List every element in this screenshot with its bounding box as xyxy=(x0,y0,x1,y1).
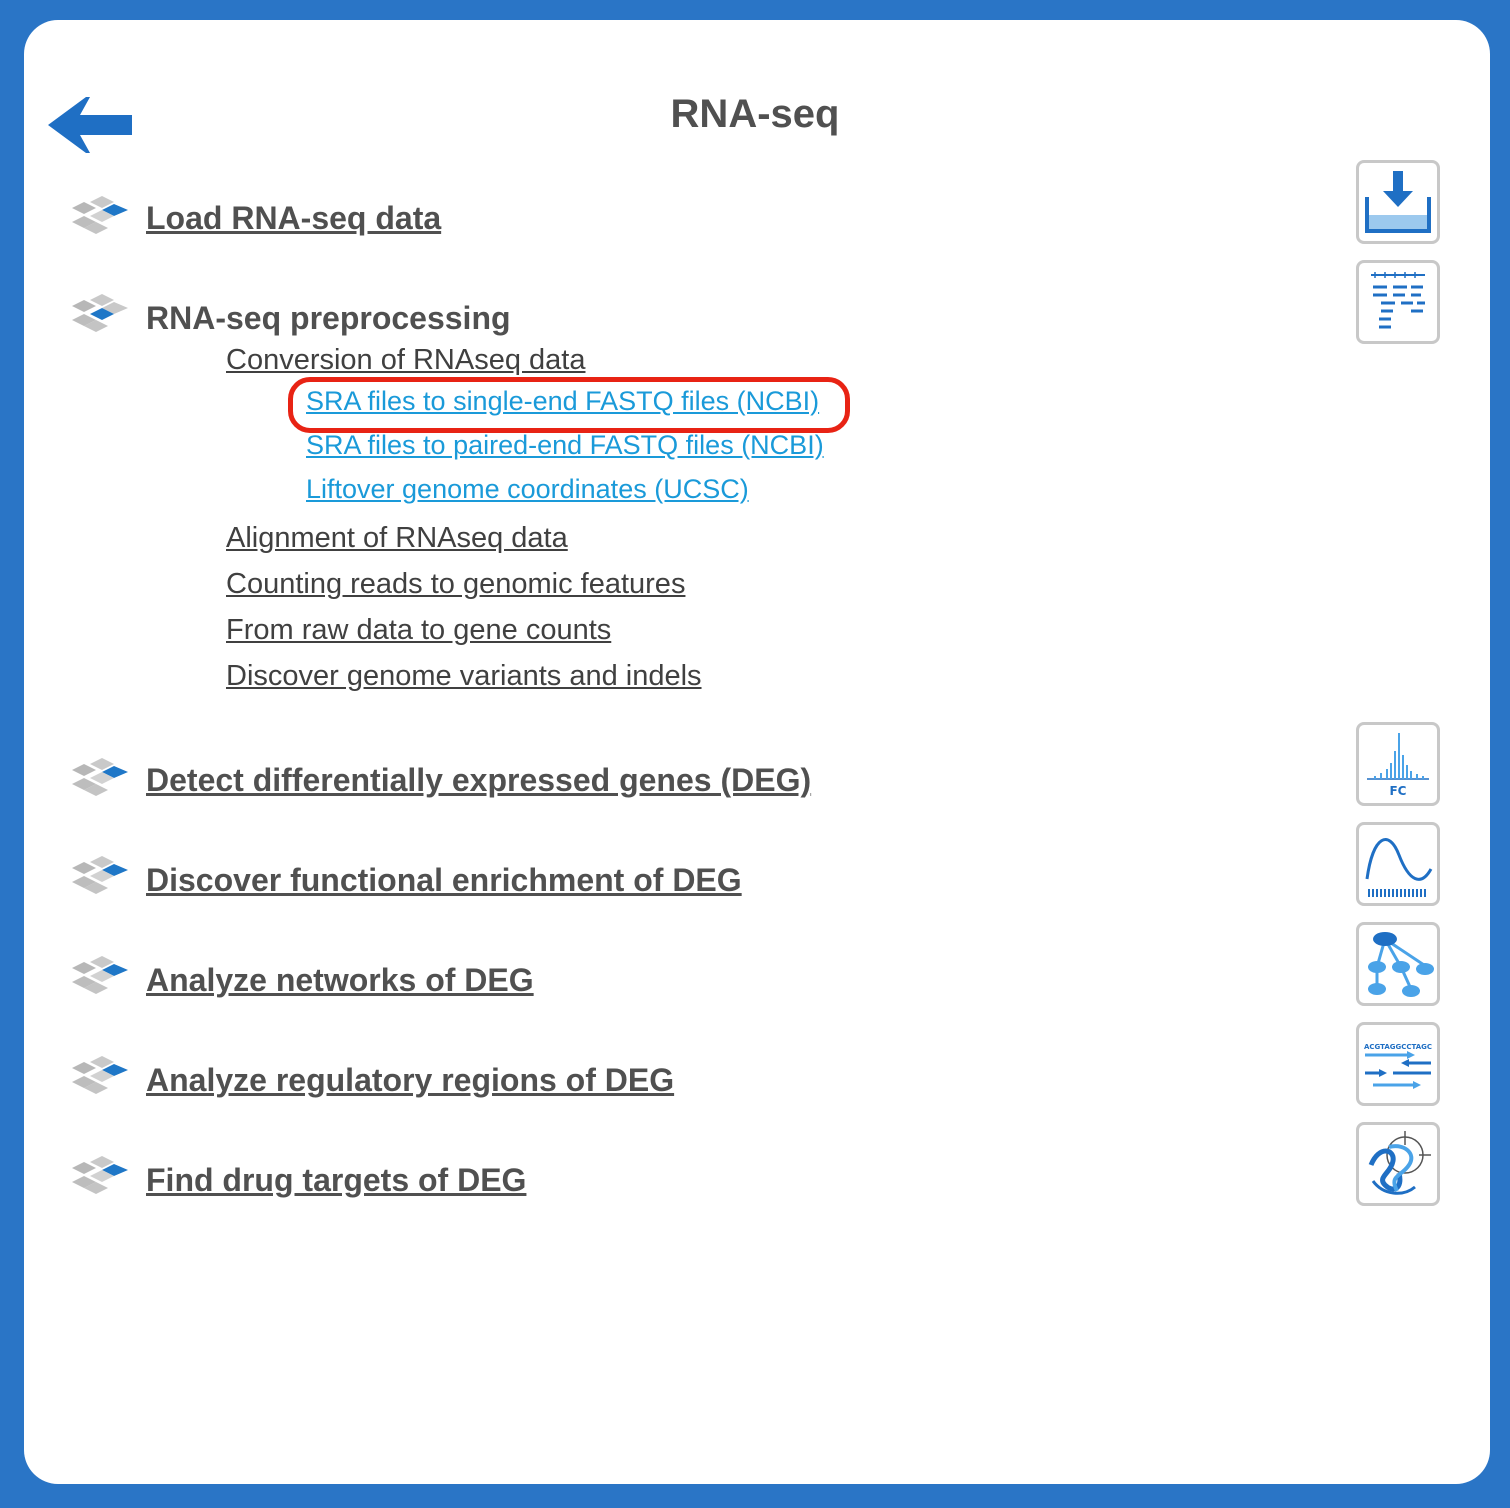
fold-change-button[interactable]: FC xyxy=(1356,722,1440,806)
fc-label: FC xyxy=(1389,784,1406,798)
sra-paired-end-link[interactable]: SRA files to paired-end FASTQ files (NCB… xyxy=(306,430,824,461)
load-rnaseq-link[interactable]: Load RNA-seq data xyxy=(146,200,441,237)
stacked-squares-icon xyxy=(72,196,128,234)
sra-single-end-link[interactable]: SRA files to single-end FASTQ files (NCB… xyxy=(306,386,819,417)
stacked-squares-icon xyxy=(72,1056,128,1094)
liftover-link[interactable]: Liftover genome coordinates (UCSC) xyxy=(306,474,749,505)
variants-link[interactable]: Discover genome variants and indels xyxy=(226,660,702,693)
deg-link[interactable]: Detect differentially expressed genes (D… xyxy=(146,762,811,799)
page-title: RNA-seq xyxy=(670,92,840,136)
stacked-squares-icon xyxy=(72,294,128,332)
drug-targets-link[interactable]: Find drug targets of DEG xyxy=(146,1162,526,1199)
enrichment-curve-icon xyxy=(1365,838,1433,897)
stacked-squares-icon xyxy=(72,1156,128,1194)
sequence-label: ACGTAGGCCTAGC xyxy=(1364,1043,1432,1051)
main-panel xyxy=(24,20,1490,1484)
stacked-squares-icon xyxy=(72,956,128,994)
conversion-link[interactable]: Conversion of RNAseq data xyxy=(226,344,585,377)
network-icon xyxy=(1368,932,1434,997)
drug-target-button[interactable] xyxy=(1356,1122,1440,1206)
alignment-icon xyxy=(1371,272,1425,329)
download-button[interactable] xyxy=(1356,160,1440,244)
stacked-squares-icon xyxy=(72,856,128,894)
fold-change-icon: FC xyxy=(1367,733,1429,798)
regulatory-button[interactable]: ACGTAGGCCTAGC xyxy=(1356,1022,1440,1106)
enrichment-link[interactable]: Discover functional enrichment of DEG xyxy=(146,862,742,899)
regulatory-link[interactable]: Analyze regulatory regions of DEG xyxy=(146,1062,674,1099)
drug-target-icon xyxy=(1368,1131,1431,1195)
alignment-button[interactable] xyxy=(1356,260,1440,344)
preprocessing-heading: RNA-seq preprocessing xyxy=(146,300,511,336)
network-button[interactable] xyxy=(1356,922,1440,1006)
enrichment-button[interactable] xyxy=(1356,822,1440,906)
alignment-link[interactable]: Alignment of RNAseq data xyxy=(226,522,568,555)
counting-reads-link[interactable]: Counting reads to genomic features xyxy=(226,568,685,601)
raw-to-counts-link[interactable]: From raw data to gene counts xyxy=(226,614,611,647)
download-icon xyxy=(1365,171,1431,233)
regulatory-sequence-icon: ACGTAGGCCTAGC xyxy=(1364,1043,1432,1089)
networks-link[interactable]: Analyze networks of DEG xyxy=(146,962,534,999)
stacked-squares-icon xyxy=(72,758,128,796)
